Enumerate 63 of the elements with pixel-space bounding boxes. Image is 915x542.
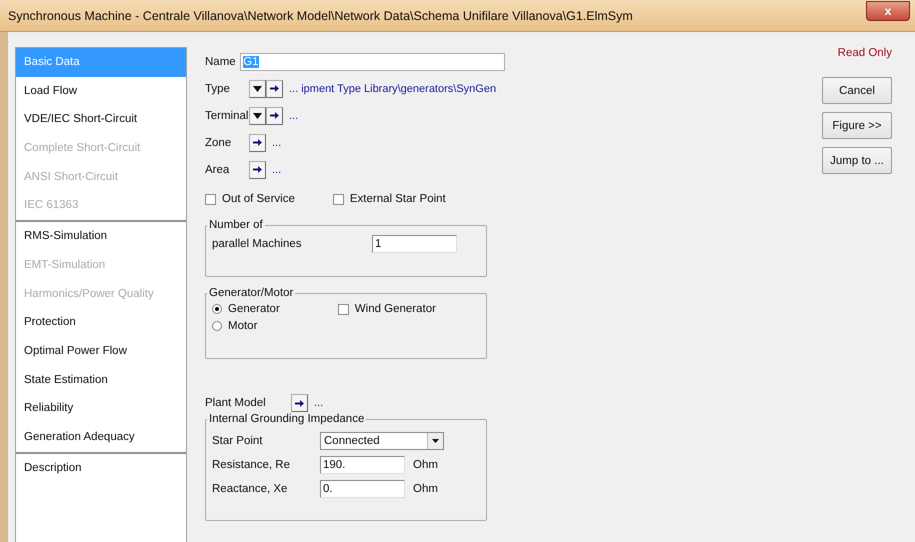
radio-button[interactable] [212, 304, 222, 314]
arrow-right-icon [253, 139, 262, 146]
input-field[interactable]: 1 [372, 235, 457, 253]
input-field[interactable]: 190. [320, 456, 405, 474]
checkbox[interactable] [332, 194, 344, 204]
checkbox[interactable] [205, 194, 216, 204]
field-label: Plant Model [205, 397, 267, 409]
field-label: parallel Machines [212, 238, 302, 250]
field-label: Terminal [205, 110, 249, 122]
down-triangle-icon [432, 439, 439, 443]
field-label: Type [205, 82, 231, 94]
dialog-button[interactable]: Jump to ... [822, 147, 892, 174]
jump-button[interactable] [249, 134, 266, 152]
dropdown[interactable]: Connected [320, 432, 444, 450]
radio-button[interactable] [212, 321, 222, 331]
sidebar-item[interactable]: Load Flow [16, 76, 186, 106]
radio-label: Generator [228, 303, 280, 315]
reference-link[interactable]: ... [314, 397, 324, 409]
name-label: Name [205, 56, 237, 68]
sidebar-item[interactable]: Description [16, 454, 186, 482]
reference-link[interactable]: ... [272, 136, 282, 148]
checkbox-label: Out of Service [222, 193, 295, 205]
sidebar-item[interactable]: Generation Adequacy [16, 422, 186, 452]
jump-button[interactable] [266, 106, 283, 124]
arrow-right-icon [295, 400, 304, 406]
checkbox[interactable] [338, 304, 349, 314]
group-title: Internal Grounding Impedance [208, 413, 366, 425]
group-title: Number of [208, 219, 264, 231]
sidebar-item[interactable]: State Estimation [16, 366, 186, 394]
reference-link[interactable]: ... [272, 164, 282, 176]
sidebar-item[interactable]: VDE/IEC Short-Circuit [16, 105, 186, 134]
jump-button[interactable] [291, 394, 308, 412]
field-label: Area [205, 164, 230, 176]
field-label: Reactance, Xe [212, 483, 288, 495]
sidebar-item[interactable]: Reliability [16, 394, 186, 423]
arrow-right-icon [270, 112, 279, 119]
dropdown-button[interactable] [249, 106, 266, 124]
down-triangle-icon [253, 112, 262, 118]
checkbox-label: Wind Generator [354, 303, 436, 315]
reference-link[interactable]: ... [289, 110, 298, 122]
unit-label: Ohm [413, 459, 438, 471]
field-label: Star Point [212, 435, 264, 447]
sidebar-item[interactable]: Optimal Power Flow [16, 336, 186, 366]
field-label: Zone [205, 136, 232, 148]
sidebar-item[interactable]: Protection [16, 308, 186, 337]
arrow-right-icon [270, 85, 279, 92]
field-label: Resistance, Re [212, 459, 291, 471]
down-triangle-icon [253, 86, 262, 92]
unit-label: Ohm [413, 483, 438, 495]
radio-label: Motor [228, 320, 258, 332]
dropdown-button[interactable] [249, 80, 266, 98]
checkbox-label: External Star Point [350, 193, 446, 205]
input-field[interactable]: 0. [320, 480, 405, 498]
sidebar-item[interactable]: RMS-Simulation [16, 222, 186, 251]
jump-button[interactable] [266, 80, 283, 98]
status-label: Read Only [838, 47, 892, 59]
reference-link[interactable]: ... ipment Type Library\generators\SynGen [289, 82, 496, 94]
dialog-button[interactable]: Cancel [822, 77, 892, 104]
group-title: Generator/Motor [208, 287, 294, 299]
window-title: Synchronous Machine - Centrale Villanova\Network Model\Network Data\Schema Unifilare Villanova\G1.ElmSym [8, 8, 633, 22]
jump-button[interactable] [249, 160, 266, 178]
dialog-button[interactable]: Figure >> [822, 112, 892, 139]
arrow-right-icon [253, 166, 262, 173]
